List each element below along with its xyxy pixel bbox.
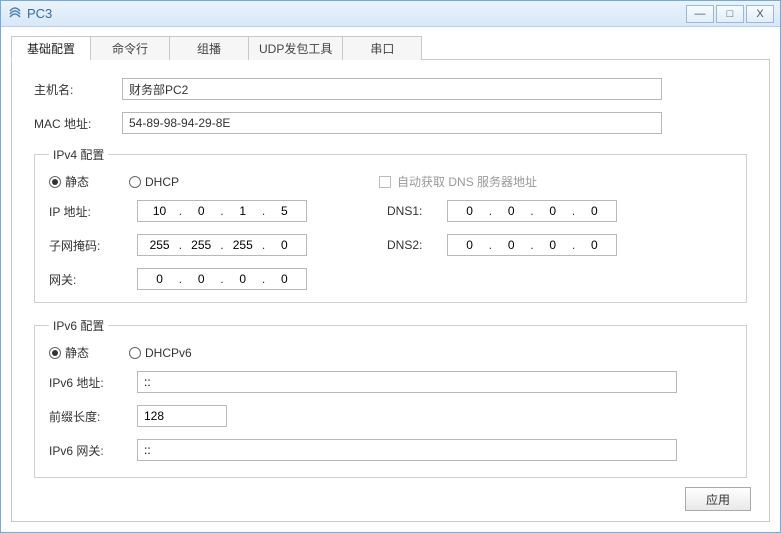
mask-input[interactable]: . . .	[137, 234, 307, 256]
hostname-label: 主机名:	[34, 81, 122, 98]
ipv6-addr-input[interactable]	[137, 371, 677, 393]
apply-button[interactable]: 应用	[685, 487, 751, 511]
dns1-input[interactable]: . . .	[447, 200, 617, 222]
app-window: PC3 — □ X 基础配置 命令行 组播 UDP发包工具 串口 主机名: MA…	[0, 0, 781, 533]
dns1-o1[interactable]	[458, 203, 482, 219]
ip-o3[interactable]	[231, 203, 255, 219]
tab-multicast[interactable]: 组播	[169, 36, 249, 60]
dns1-o3[interactable]	[541, 203, 565, 219]
mask-o3[interactable]	[231, 237, 255, 253]
checkbox-icon	[379, 176, 391, 188]
gw-input[interactable]: . . .	[137, 268, 307, 290]
dns2-input[interactable]: . . .	[447, 234, 617, 256]
ipv6-group: IPv6 配置 静态 DHCPv6 IPv6 地址: 前	[34, 317, 747, 478]
ipv6-prefix-input[interactable]	[137, 405, 227, 427]
dns1-o4[interactable]	[582, 203, 606, 219]
ipv6-mode-row: 静态 DHCPv6	[49, 344, 732, 361]
window-controls: — □ X	[684, 5, 774, 23]
tab-bar: 基础配置 命令行 组播 UDP发包工具 串口	[11, 35, 770, 60]
radio-icon	[49, 176, 61, 188]
ipv6-static-label: 静态	[65, 344, 89, 361]
ip-o2[interactable]	[189, 203, 213, 219]
close-button[interactable]: X	[746, 5, 774, 23]
dns2-o2[interactable]	[499, 237, 523, 253]
ipv6-addr-row: IPv6 地址:	[49, 371, 732, 393]
ipv4-dhcp-radio[interactable]: DHCP	[129, 175, 179, 189]
ipv6-gw-input[interactable]	[137, 439, 677, 461]
hostname-input[interactable]	[122, 78, 662, 100]
dns2-o3[interactable]	[541, 237, 565, 253]
ipv4-static-radio[interactable]: 静态	[49, 173, 89, 190]
ipv4-legend: IPv4 配置	[49, 146, 108, 163]
mask-o4[interactable]	[272, 237, 296, 253]
ip-input[interactable]: . . .	[137, 200, 307, 222]
tab-udp[interactable]: UDP发包工具	[248, 36, 343, 60]
radio-icon	[129, 176, 141, 188]
ip-o4[interactable]	[272, 203, 296, 219]
maximize-button[interactable]: □	[716, 5, 744, 23]
ipv4-group: IPv4 配置 静态 DHCP 自动获取 DNS 服务器地址	[34, 146, 747, 303]
ipv6-dhcp-label: DHCPv6	[145, 346, 192, 360]
ipv6-legend: IPv6 配置	[49, 317, 108, 334]
ip-label: IP 地址:	[49, 203, 137, 220]
radio-icon	[49, 347, 61, 359]
window-title: PC3	[27, 6, 52, 21]
hostname-row: 主机名:	[34, 78, 747, 100]
dns2-o4[interactable]	[582, 237, 606, 253]
gw-o2[interactable]	[189, 271, 213, 287]
ipv6-addr-label: IPv6 地址:	[49, 374, 137, 391]
tab-cli[interactable]: 命令行	[90, 36, 170, 60]
ipv4-static-label: 静态	[65, 173, 89, 190]
content-area: 基础配置 命令行 组播 UDP发包工具 串口 主机名: MAC 地址: IPv4…	[1, 27, 780, 532]
ipv6-static-radio[interactable]: 静态	[49, 344, 89, 361]
ipv6-gw-row: IPv6 网关:	[49, 439, 732, 461]
auto-dns-check[interactable]: 自动获取 DNS 服务器地址	[379, 173, 537, 190]
titlebar: PC3 — □ X	[1, 1, 780, 27]
tab-serial[interactable]: 串口	[342, 36, 422, 60]
mac-input[interactable]	[122, 112, 662, 134]
panel-footer: 应用	[685, 487, 751, 511]
ipv4-dhcp-label: DHCP	[145, 175, 179, 189]
basic-panel: 主机名: MAC 地址: IPv4 配置 静态 DHCP	[11, 60, 770, 522]
minimize-button[interactable]: —	[686, 5, 714, 23]
ipv4-mode-row: 静态 DHCP 自动获取 DNS 服务器地址	[49, 173, 732, 190]
gw-label: 网关:	[49, 271, 137, 288]
mac-label: MAC 地址:	[34, 115, 122, 132]
gw-o4[interactable]	[272, 271, 296, 287]
ipv6-gw-label: IPv6 网关:	[49, 442, 137, 459]
ipv6-prefix-row: 前缀长度:	[49, 405, 732, 427]
gw-o3[interactable]	[231, 271, 255, 287]
mask-label: 子网掩码:	[49, 237, 137, 254]
tab-basic[interactable]: 基础配置	[11, 36, 91, 60]
gw-o1[interactable]	[148, 271, 172, 287]
radio-icon	[129, 347, 141, 359]
dns1-o2[interactable]	[499, 203, 523, 219]
ipv6-dhcp-radio[interactable]: DHCPv6	[129, 346, 192, 360]
ip-o1[interactable]	[148, 203, 172, 219]
auto-dns-label: 自动获取 DNS 服务器地址	[397, 173, 537, 190]
mask-o1[interactable]	[148, 237, 172, 253]
mac-row: MAC 地址:	[34, 112, 747, 134]
app-icon	[7, 6, 23, 22]
dns2-o1[interactable]	[458, 237, 482, 253]
ipv6-prefix-label: 前缀长度:	[49, 408, 137, 425]
ipv4-grid: IP 地址: . . . DNS1: . . . 子	[49, 200, 732, 290]
mask-o2[interactable]	[189, 237, 213, 253]
